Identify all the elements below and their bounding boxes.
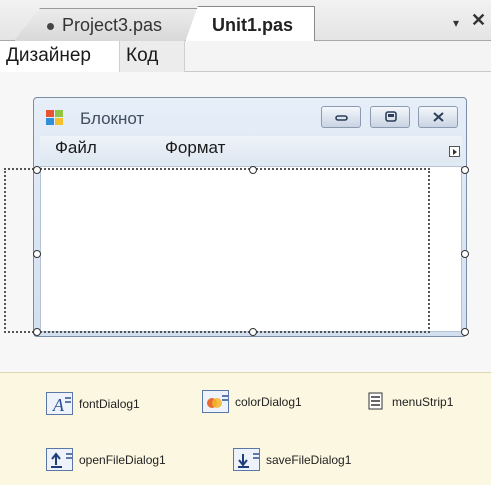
- document-tabstrip: Project3.pas Unit1.pas ▾ ✕: [0, 0, 491, 42]
- tab-dropdown-icon[interactable]: ▾: [453, 16, 459, 30]
- resize-handle[interactable]: [33, 328, 41, 336]
- form-menubar: Файл Формат: [40, 136, 462, 162]
- save-file-dialog-icon: [233, 448, 260, 471]
- minimize-icon: [335, 115, 348, 121]
- component-label: saveFileDialog1: [266, 452, 352, 467]
- tab-unit-label: Unit1.pas: [212, 15, 294, 35]
- resize-handle[interactable]: [461, 328, 469, 336]
- component-label: openFileDialog1: [79, 452, 166, 467]
- menu-smart-tag-icon[interactable]: [449, 146, 460, 157]
- component-label: colorDialog1: [235, 394, 302, 409]
- tab-designer[interactable]: Дизайнер: [0, 41, 120, 72]
- close-button[interactable]: [418, 106, 458, 128]
- selection-frame: [4, 168, 430, 333]
- form-titlebar[interactable]: Блокнот: [34, 98, 466, 136]
- menu-item-format[interactable]: Формат: [165, 138, 225, 158]
- font-dialog-icon: A: [46, 392, 73, 415]
- design-surface[interactable]: Блокнот Файл Формат: [0, 72, 491, 372]
- component-label: menuStrip1: [392, 394, 454, 409]
- tab-project-label: Project3.pas: [62, 15, 163, 35]
- form-title: Блокнот: [80, 109, 145, 128]
- resize-handle[interactable]: [461, 250, 469, 258]
- resize-handle[interactable]: [33, 250, 41, 258]
- tab-unit1-pas[interactable]: Unit1.pas: [185, 6, 315, 42]
- resize-handle[interactable]: [249, 328, 257, 336]
- menu-strip-icon: [367, 390, 386, 413]
- component-font-dialog[interactable]: A fontDialog1: [46, 392, 140, 415]
- resize-handle[interactable]: [461, 166, 469, 174]
- open-file-dialog-icon: [46, 448, 73, 471]
- component-color-dialog[interactable]: colorDialog1: [202, 390, 302, 413]
- svg-text:A: A: [52, 395, 65, 415]
- maximize-button[interactable]: [370, 106, 410, 128]
- minimize-button[interactable]: [321, 106, 361, 128]
- maximize-icon: [385, 111, 397, 122]
- component-menu-strip[interactable]: menuStrip1: [367, 390, 453, 413]
- close-tab-icon[interactable]: ✕: [471, 10, 486, 31]
- tab-code[interactable]: Код: [120, 41, 185, 72]
- resize-handle[interactable]: [33, 166, 41, 174]
- modified-dot-icon: [47, 22, 54, 30]
- close-icon: [433, 112, 444, 122]
- app-icon: [46, 110, 63, 125]
- menu-item-file[interactable]: Файл: [55, 138, 97, 158]
- view-subtabs: Дизайнер Код: [0, 41, 491, 72]
- color-dialog-icon: [202, 390, 229, 413]
- component-save-file-dialog[interactable]: saveFileDialog1: [233, 448, 351, 471]
- tab-project3-pas[interactable]: Project3.pas: [14, 8, 199, 41]
- component-tray: A fontDialog1 colorDialog1 menuStrip1 op…: [0, 372, 491, 485]
- component-open-file-dialog[interactable]: openFileDialog1: [46, 448, 166, 471]
- resize-handle[interactable]: [249, 166, 257, 174]
- component-label: fontDialog1: [79, 396, 140, 411]
